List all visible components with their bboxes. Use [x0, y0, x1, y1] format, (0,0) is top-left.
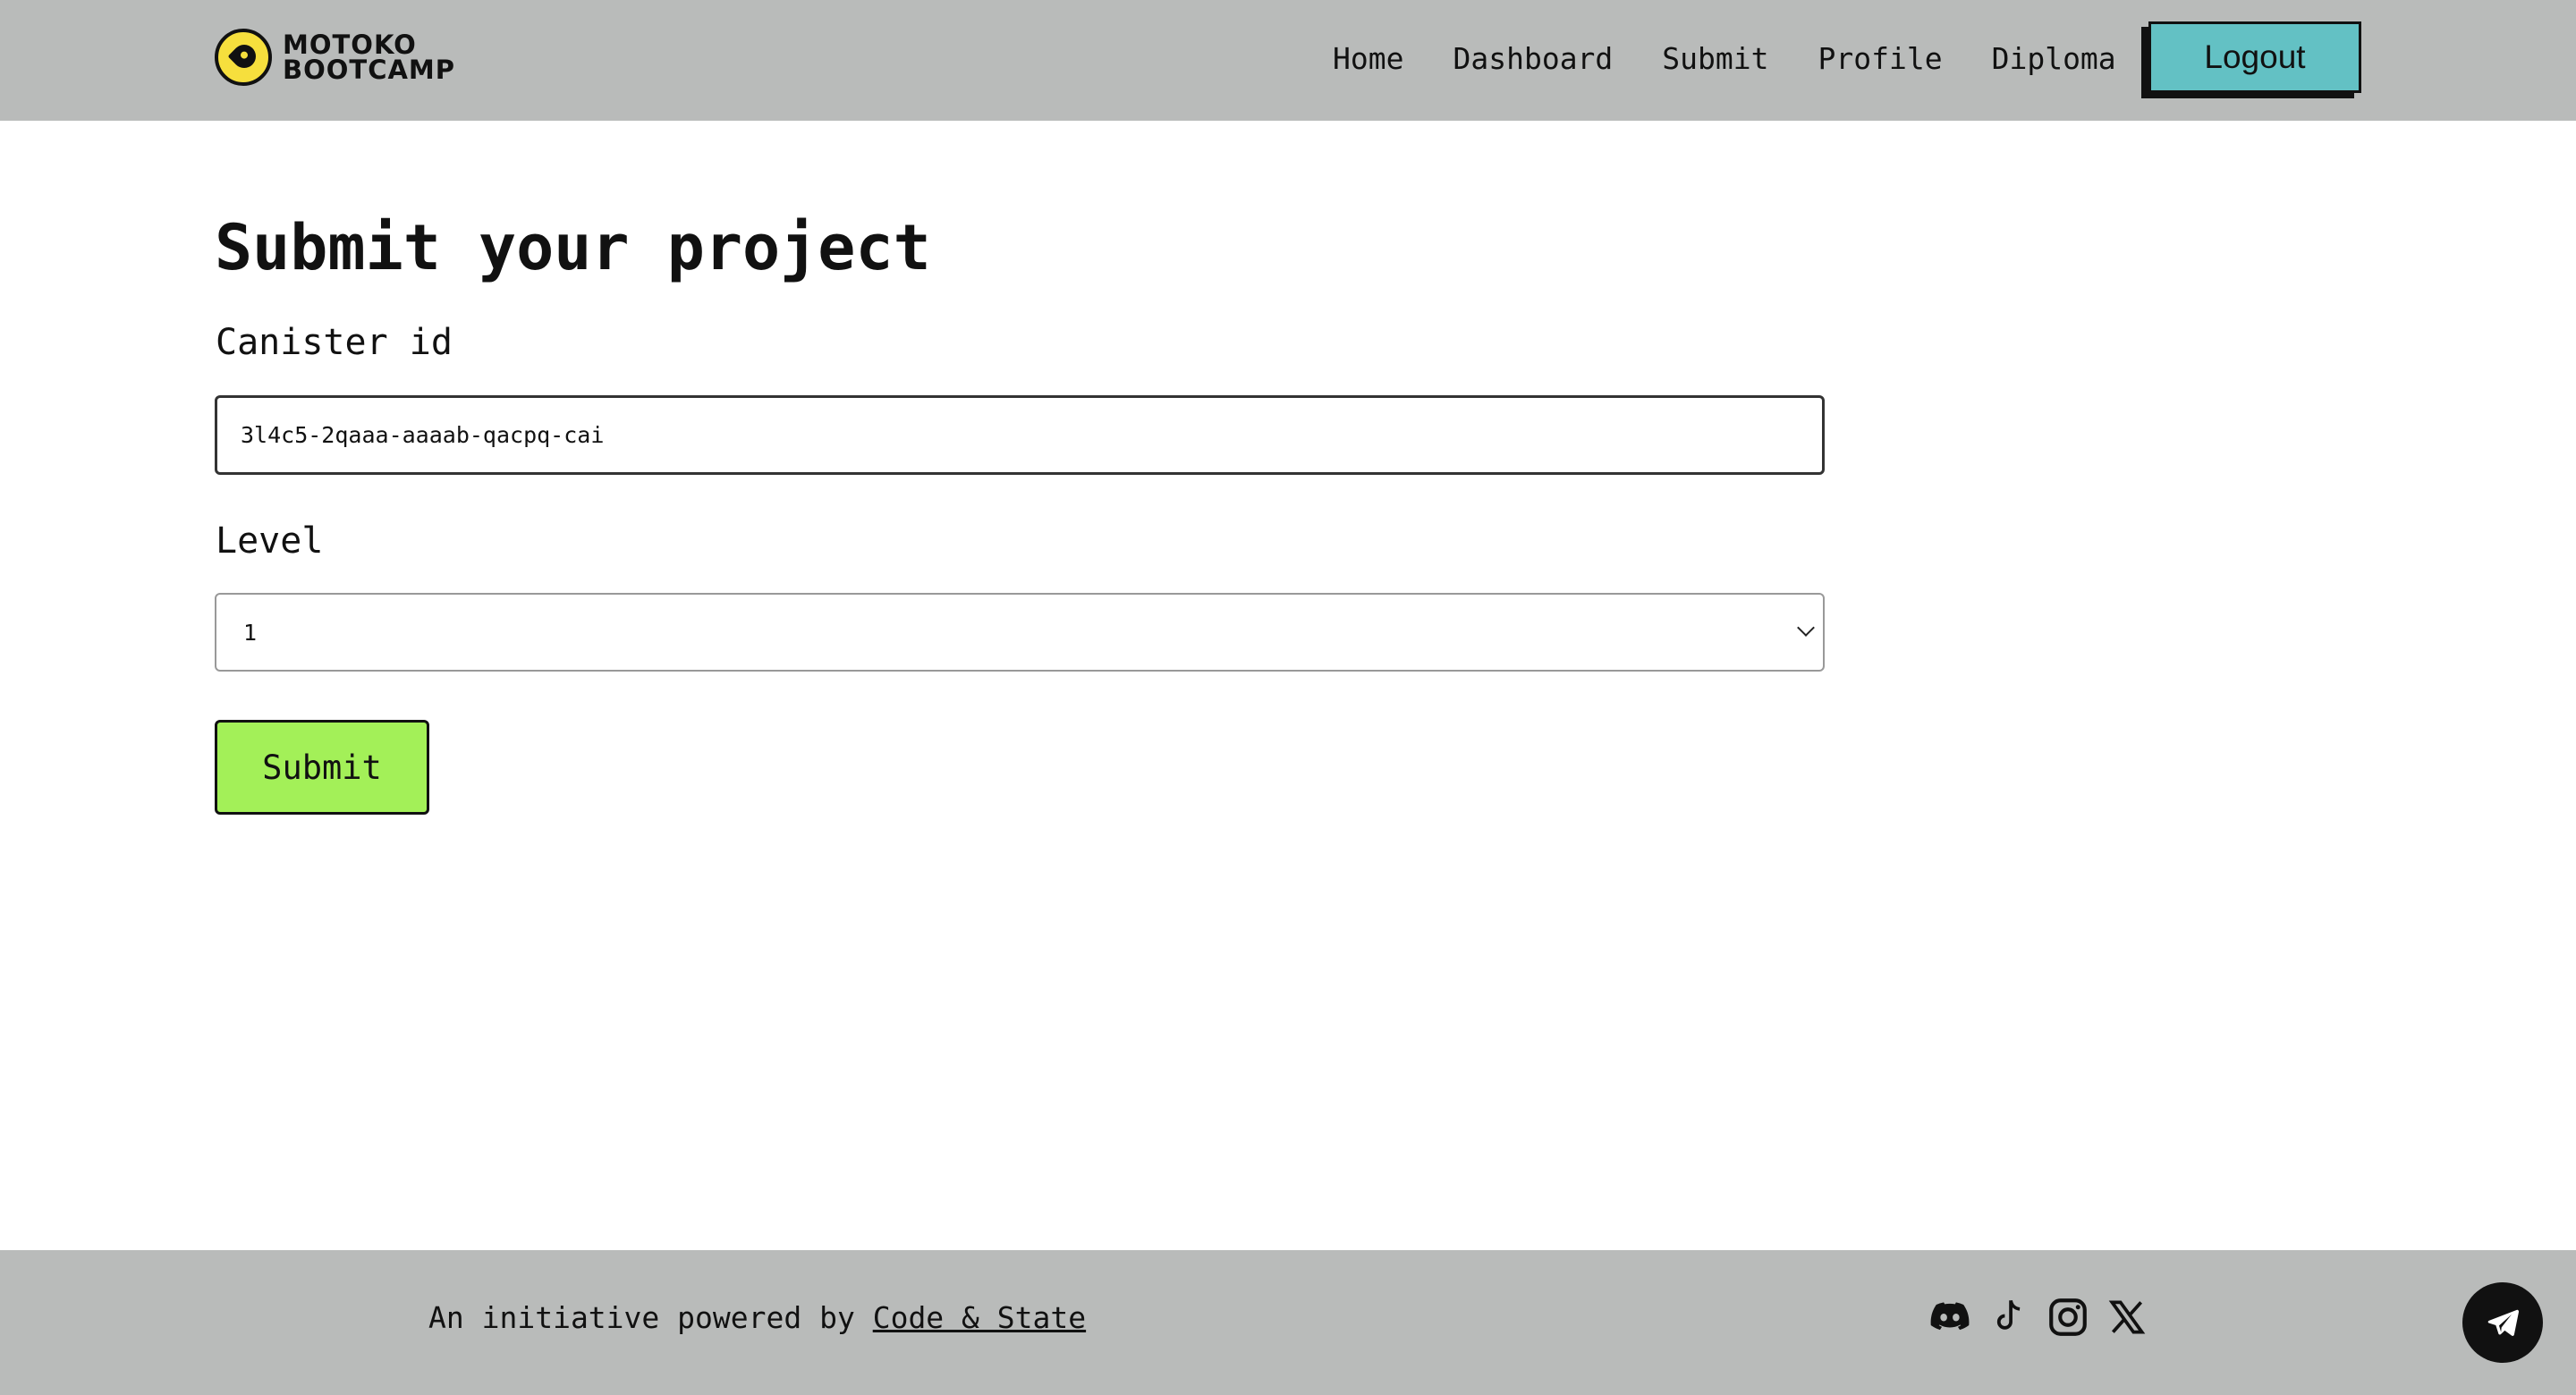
code-and-state-link[interactable]: Code & State [873, 1300, 1086, 1335]
tiktok-icon[interactable] [1987, 1295, 2031, 1340]
logout-button[interactable]: Logout [2148, 21, 2361, 93]
logout-button-wrap: Logout [2141, 21, 2361, 100]
page-title: Submit your project [215, 211, 931, 284]
level-selected-value: 1 [243, 620, 258, 646]
top-header: MOTOKO BOOTCAMP Home Dashboard Submit Pr… [0, 0, 2576, 121]
social-links [1928, 1295, 2149, 1340]
x-icon[interactable] [2105, 1295, 2149, 1340]
discord-icon[interactable] [1928, 1295, 1972, 1340]
nav-submit[interactable]: Submit [1662, 41, 1768, 76]
submit-button[interactable]: Submit [215, 720, 429, 815]
logo-text: MOTOKO BOOTCAMP [283, 30, 456, 85]
rocket-logo-icon [215, 29, 272, 86]
nav-diploma[interactable]: Diploma [1992, 41, 2116, 76]
instagram-icon[interactable] [2046, 1295, 2090, 1340]
telegram-chat-button[interactable] [2462, 1282, 2543, 1363]
canister-id-label: Canister id [216, 322, 453, 363]
logo-line-1: MOTOKO [283, 30, 417, 60]
page-footer: An initiative powered by Code & State [0, 1250, 2576, 1395]
main-nav: Home Dashboard Submit Profile Diploma [1333, 34, 2116, 82]
nav-home[interactable]: Home [1333, 41, 1403, 76]
logo-line-2: BOOTCAMP [283, 55, 456, 85]
telegram-icon [2487, 1309, 2520, 1336]
footer-credit-text: An initiative powered by [428, 1300, 855, 1335]
level-select[interactable]: 1 [215, 593, 1825, 672]
canister-id-input[interactable] [215, 395, 1825, 475]
footer-credit: An initiative powered by Code & State [428, 1300, 1086, 1335]
chevron-down-icon [1797, 619, 1815, 637]
motoko-bootcamp-logo[interactable]: MOTOKO BOOTCAMP [215, 27, 455, 88]
nav-dashboard[interactable]: Dashboard [1453, 41, 1613, 76]
nav-profile[interactable]: Profile [1818, 41, 1943, 76]
level-label: Level [216, 520, 324, 562]
